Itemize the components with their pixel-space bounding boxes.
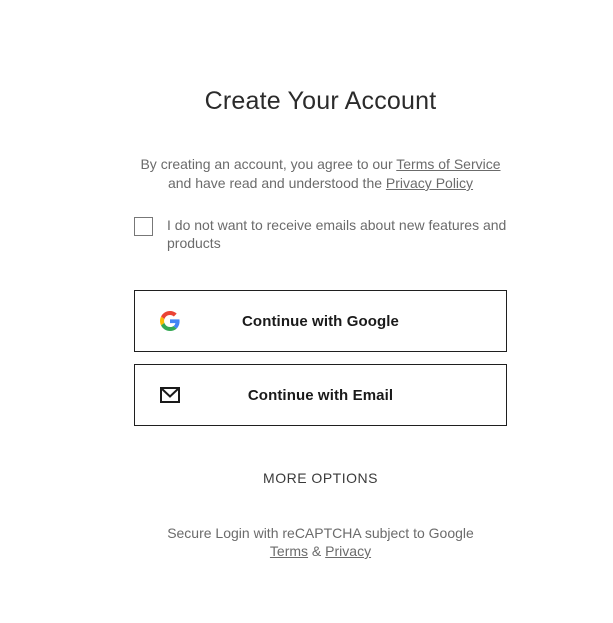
- email-optout-label[interactable]: I do not want to receive emails about ne…: [167, 216, 514, 252]
- recaptcha-notice: Secure Login with reCAPTCHA subject to G…: [100, 524, 541, 560]
- signup-card: Create Your Account By creating an accou…: [0, 0, 613, 623]
- more-options-link[interactable]: MORE OPTIONS: [0, 470, 613, 486]
- recaptcha-terms-link[interactable]: Terms: [270, 543, 308, 559]
- email-optout-checkbox[interactable]: [134, 217, 153, 236]
- email-optout: I do not want to receive emails about ne…: [134, 216, 514, 252]
- terms-notice: By creating an account, you agree to our…: [100, 155, 541, 193]
- continue-with-google-label: Continue with Google: [242, 312, 399, 330]
- terms-prefix: By creating an account, you agree to our: [140, 156, 397, 172]
- recaptcha-privacy-link[interactable]: Privacy: [325, 543, 371, 559]
- privacy-policy-link[interactable]: Privacy Policy: [386, 175, 473, 191]
- continue-with-google-button[interactable]: Continue with Google: [134, 290, 507, 352]
- continue-with-email-button[interactable]: Continue with Email: [134, 364, 507, 426]
- continue-with-email-label: Continue with Email: [247, 386, 394, 404]
- envelope-icon: [159, 384, 181, 406]
- recaptcha-text: Secure Login with reCAPTCHA subject to G…: [167, 525, 474, 541]
- google-icon: [159, 310, 181, 332]
- terms-of-service-link[interactable]: Terms of Service: [396, 156, 500, 172]
- recaptcha-ampersand: &: [308, 543, 326, 559]
- terms-middle: and have read and understood the: [167, 175, 386, 191]
- page-title: Create Your Account: [204, 87, 437, 115]
